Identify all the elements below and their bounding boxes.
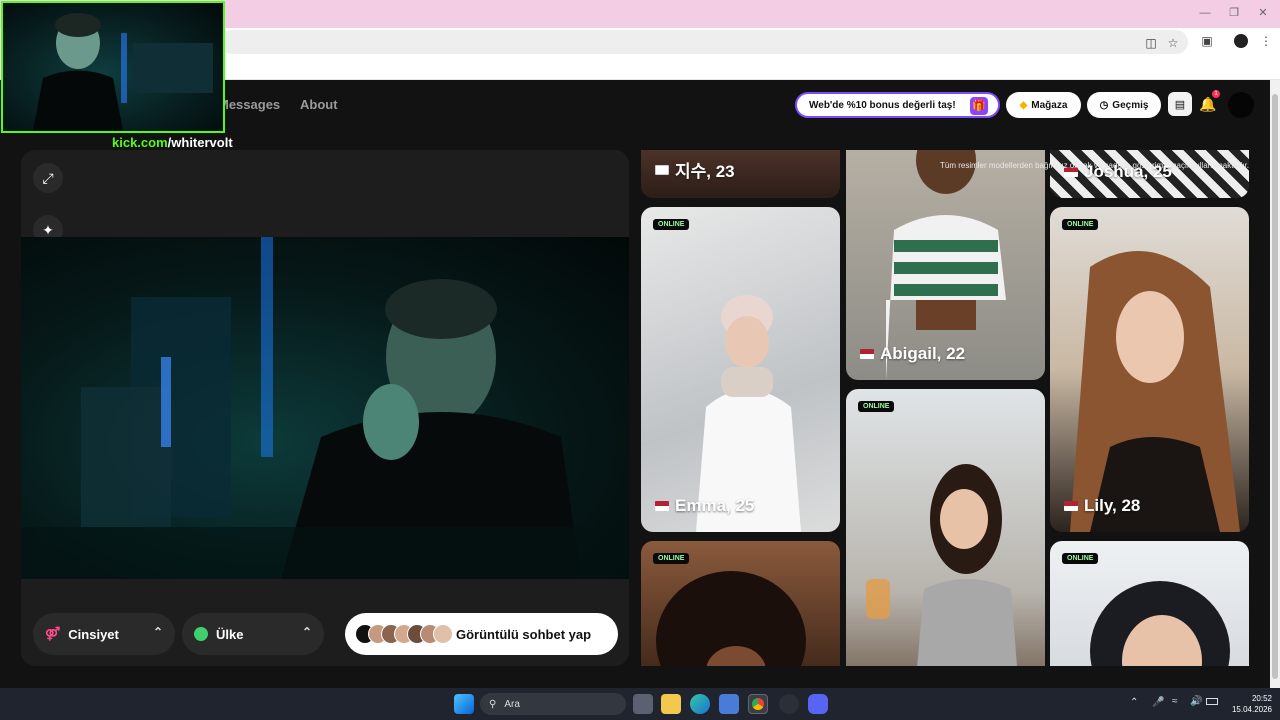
search-icon: ⚲ — [489, 698, 497, 710]
us-flag-icon — [860, 349, 874, 359]
disclaimer-text: Tüm resimler modellerden bağımsız olarak… — [939, 161, 1249, 170]
notifications-button[interactable]: 🔔 1 — [1196, 90, 1220, 116]
bookmark-star-icon[interactable]: ☆ — [1166, 36, 1180, 50]
microphone-icon[interactable]: 🎤 — [1152, 697, 1164, 708]
extensions-icon[interactable]: ▣ — [1200, 34, 1214, 48]
address-bar[interactable]: ◫ ☆ — [220, 30, 1188, 54]
promo-text: Web'de %10 bonus değerli taş! — [809, 99, 956, 111]
kr-flag-icon — [655, 164, 669, 175]
profile-card[interactable]: 지수, 23 — [641, 150, 840, 198]
profile-name: Emma, 25 — [655, 496, 754, 516]
avatar[interactable] — [1228, 92, 1254, 118]
profile-card[interactable]: ONLINE — [846, 389, 1045, 666]
profile-name-text: Abigail, 22 — [880, 344, 966, 363]
profile-photo — [656, 571, 806, 666]
profile-card[interactable]: ONLINE Lily, 28 — [1050, 207, 1249, 532]
chevron-up-icon: ⌃ — [301, 625, 312, 639]
profile-name-text: Emma, 25 — [675, 496, 755, 515]
discord-icon[interactable] — [808, 694, 828, 714]
gem-icon: ◆ — [1019, 99, 1028, 111]
inbox-button[interactable]: ▤ — [1168, 92, 1192, 116]
archive-icon: ▤ — [1174, 98, 1186, 111]
profile-photo — [1090, 581, 1230, 666]
profile-name: Abigail, 22 — [860, 344, 965, 364]
scroll-thumb[interactable] — [1272, 94, 1278, 679]
windows-taskbar: ⚲ Ara ⌃ 🎤 ≈ 🔊 20:52 15.04.2026 — [0, 688, 1280, 720]
gender-label: Cinsiyet — [68, 626, 119, 642]
page-scrollbar[interactable] — [1270, 80, 1280, 688]
search-placeholder: Ara — [504, 698, 520, 710]
promo-banner[interactable]: Web'de %10 bonus değerli taş! 🎁 — [795, 92, 1000, 118]
nav-about[interactable]: About — [300, 97, 338, 112]
fullscreen-icon[interactable]: ⤢ — [33, 163, 63, 193]
profile-card[interactable]: ONLINE — [641, 541, 840, 666]
stream-site: kick.com — [112, 135, 168, 150]
profile-photo — [866, 464, 1017, 666]
file-explorer-icon[interactable] — [661, 694, 681, 714]
restore-icon[interactable]: ❐ — [1227, 6, 1241, 20]
chevron-up-icon: ⌃ — [152, 625, 163, 639]
stream-channel: /whitervolt — [167, 135, 233, 150]
store-label: Mağaza — [1031, 99, 1068, 111]
history-label: Geçmiş — [1112, 99, 1149, 111]
profile-card[interactable]: ONLINE — [1050, 541, 1249, 666]
start-label: Görüntülü sohbet yap — [456, 627, 592, 642]
start-menu-icon[interactable] — [454, 694, 474, 714]
gender-icon: ⚤ — [45, 626, 61, 641]
gift-icon: 🎁 — [970, 97, 988, 115]
profile-card[interactable]: Abigail, 22 — [846, 150, 1045, 380]
battery-icon[interactable] — [1206, 698, 1218, 705]
video-chat-panel: ⤢ ✦ ☻ ⚤ Cinsiyet ⌃ Ülke ⌃ — [21, 150, 629, 666]
webcam-image — [33, 13, 213, 131]
profile-photo — [696, 295, 801, 532]
country-label: Ülke — [216, 626, 244, 642]
browser-menu-icon[interactable]: ⋮ — [1259, 34, 1273, 48]
profile-card[interactable]: Joshua, 25 — [1050, 150, 1249, 198]
local-camera-feed — [21, 237, 629, 579]
store-icon[interactable] — [719, 694, 739, 714]
us-flag-icon — [655, 501, 669, 511]
store-button[interactable]: ◆ Mağaza — [1006, 92, 1081, 118]
clock-icon: ◷ — [1099, 99, 1109, 111]
profile-name: 지수, 23 — [655, 157, 735, 182]
install-app-icon[interactable]: ◫ — [1144, 36, 1158, 50]
history-button[interactable]: ◷ Geçmiş — [1087, 92, 1161, 118]
app-container: Messages About Web'de %10 bonus değerli … — [0, 80, 1270, 688]
clock-time: 20:52 — [1251, 694, 1272, 703]
profile-photo — [1070, 251, 1240, 532]
avatar-stack — [355, 624, 453, 644]
volume-icon[interactable]: 🔊 — [1190, 696, 1202, 707]
gender-filter[interactable]: ⚤ Cinsiyet ⌃ — [33, 613, 175, 655]
stream-handle: kick.com/whitervolt — [112, 135, 233, 150]
minimize-icon[interactable]: — — [1198, 6, 1212, 20]
bell-icon: 🔔 — [1199, 95, 1217, 112]
profile-icon[interactable] — [1234, 34, 1248, 48]
avatar — [433, 624, 453, 644]
streamer-webcam-overlay — [1, 1, 225, 133]
globe-icon — [194, 627, 208, 641]
country-filter[interactable]: Ülke ⌃ — [182, 613, 324, 655]
profile-card[interactable]: ONLINE Emma, 25 — [641, 207, 840, 532]
profile-gallery: 지수, 23 ONLINE Emma, 25 ONLINE Abigail, 2… — [641, 150, 1249, 666]
chrome-icon[interactable] — [748, 694, 768, 714]
close-icon[interactable]: ✕ — [1256, 6, 1270, 20]
profile-name-text: Lily, 28 — [1084, 496, 1141, 515]
obs-icon[interactable] — [779, 694, 799, 714]
edge-icon[interactable] — [690, 694, 710, 714]
taskbar-search[interactable]: ⚲ Ara — [480, 693, 626, 715]
taskbar-clock[interactable]: 20:52 15.04.2026 — [1226, 693, 1272, 715]
profile-name-text: 지수, 23 — [675, 162, 735, 181]
task-view-icon[interactable] — [633, 694, 653, 714]
profile-name: Lily, 28 — [1064, 496, 1140, 516]
clock-date: 15.04.2026 — [1231, 705, 1272, 714]
notification-badge: 1 — [1212, 90, 1220, 98]
chevron-up-icon[interactable]: ⌃ — [1130, 697, 1138, 708]
start-video-chat-button[interactable]: Görüntülü sohbet yap — [345, 613, 618, 655]
wifi-icon[interactable]: ≈ — [1172, 696, 1178, 707]
nav-messages[interactable]: Messages — [218, 97, 280, 112]
us-flag-icon — [1064, 501, 1078, 511]
camera-image — [21, 237, 629, 579]
